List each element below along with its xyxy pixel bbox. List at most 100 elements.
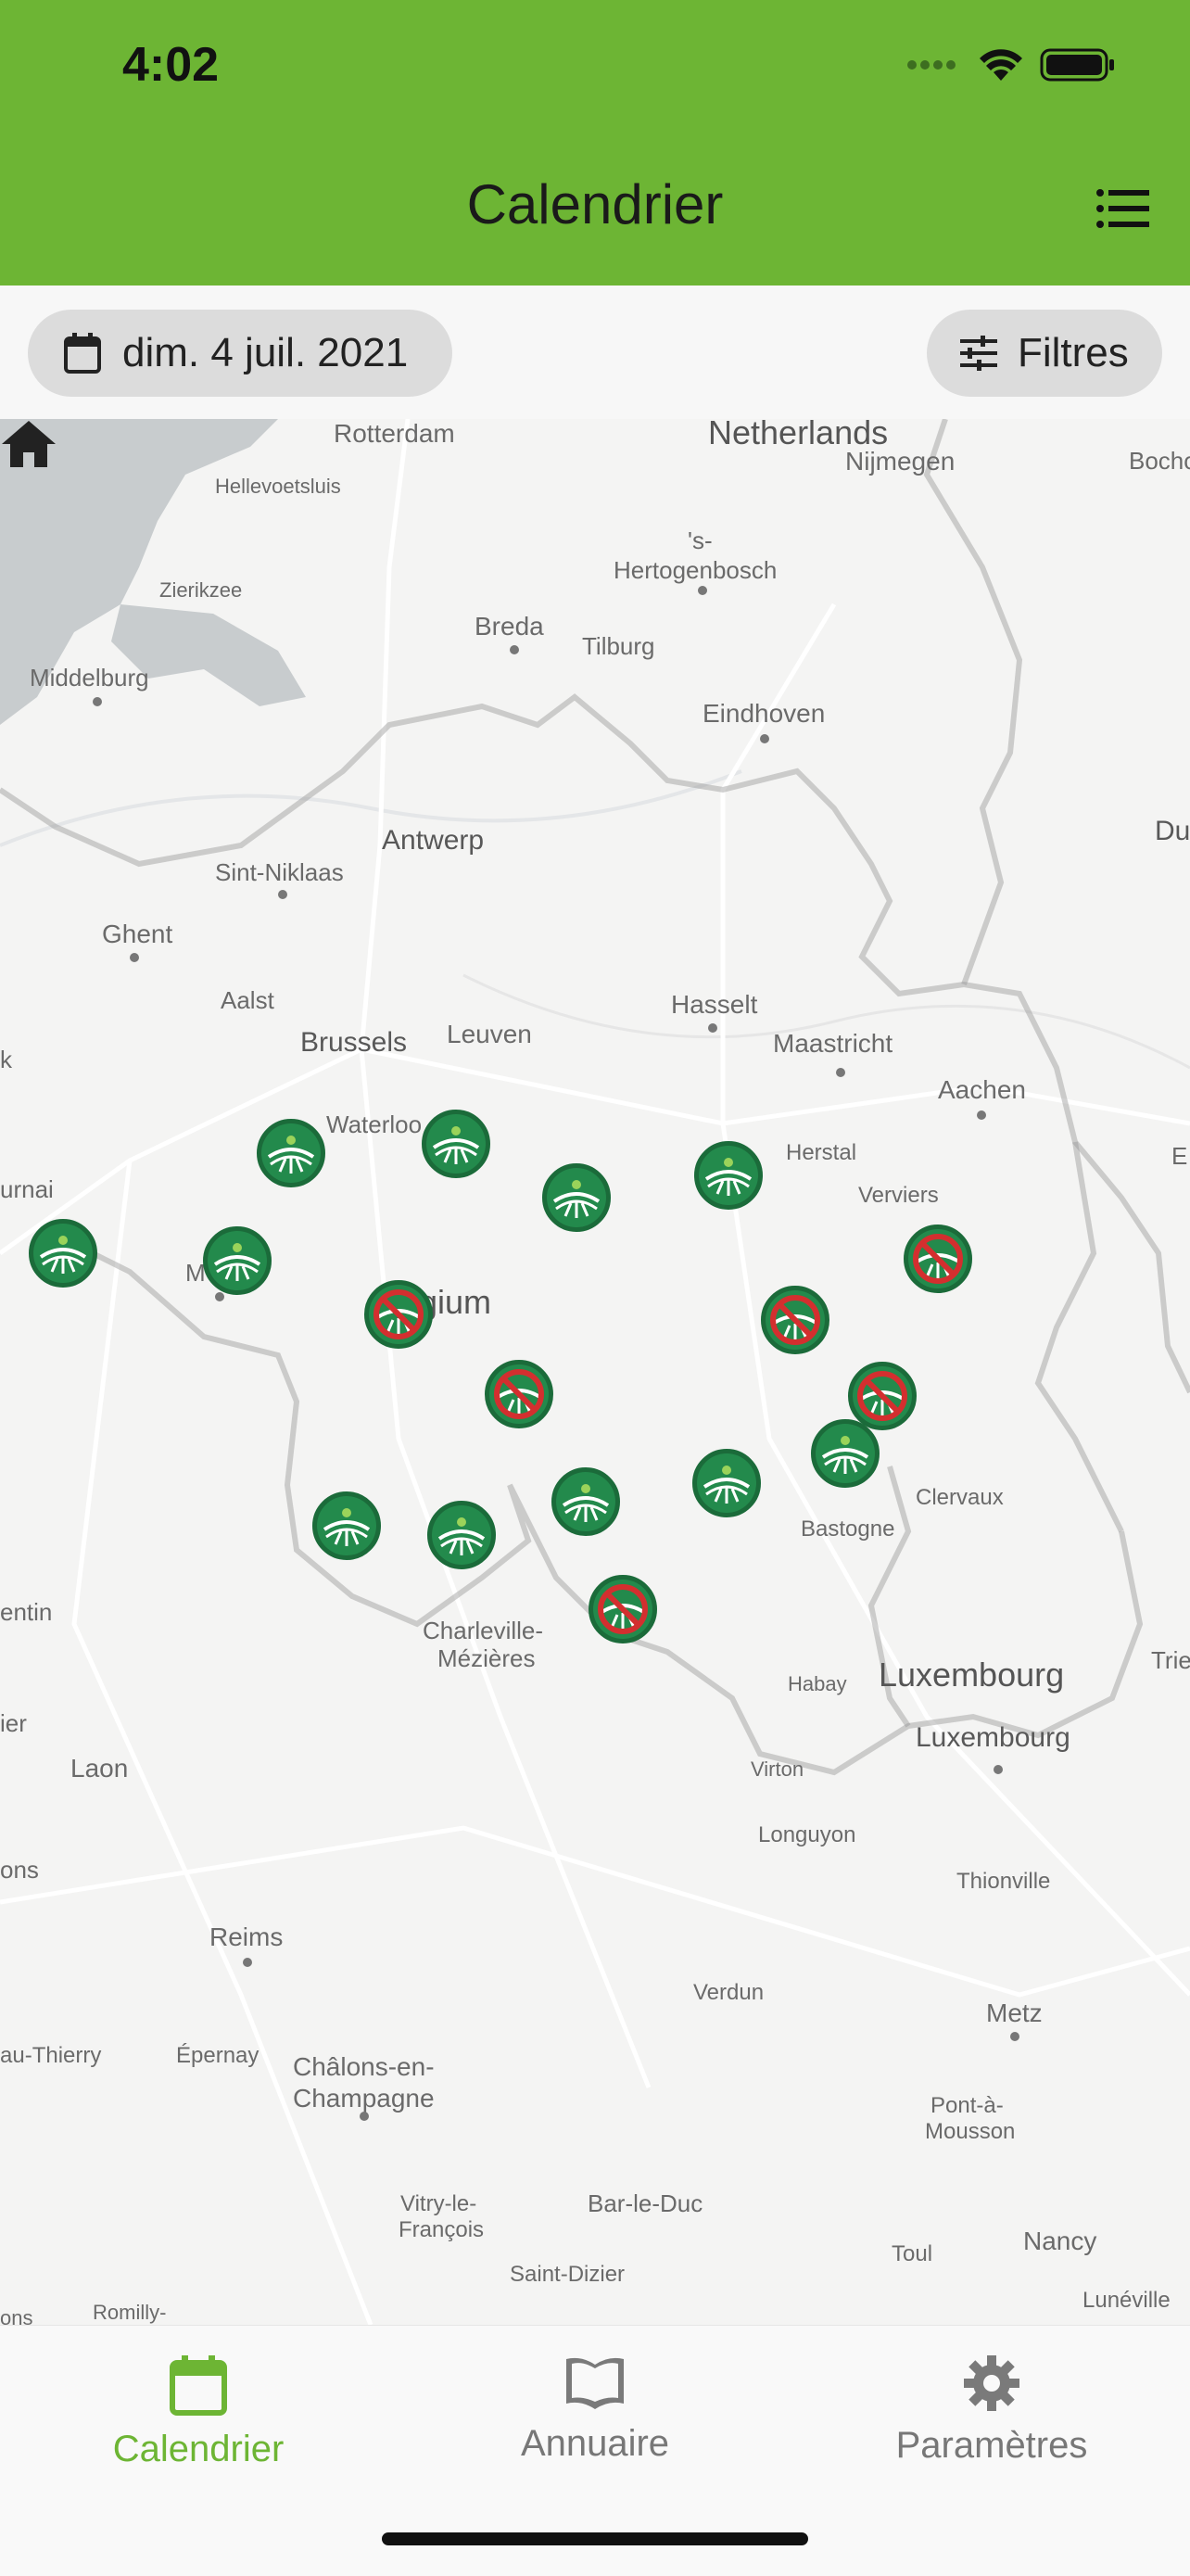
map-label-luneville: Lunéville bbox=[1082, 2288, 1171, 2313]
map-label-thionville: Thionville bbox=[956, 1869, 1051, 1894]
map-label-zierikzee: Zierikzee bbox=[159, 578, 243, 602]
map-label-verviers: Verviers bbox=[858, 1183, 939, 1208]
tab-label: Annuaire bbox=[520, 2423, 670, 2464]
city-dot bbox=[977, 1110, 986, 1120]
filters-button[interactable]: Filtres bbox=[927, 310, 1162, 397]
city-dot bbox=[360, 2112, 369, 2121]
event-marker-cancelled[interactable] bbox=[485, 1360, 553, 1428]
map-label-breda: Breda bbox=[475, 612, 544, 641]
tab-annuaire[interactable]: Annuaire bbox=[397, 2354, 793, 2465]
battery-icon bbox=[1040, 48, 1114, 82]
map-label-chalons: Châlons-en- bbox=[293, 2052, 435, 2081]
city-dot bbox=[760, 734, 769, 743]
event-marker[interactable] bbox=[694, 1141, 763, 1210]
map-label-bocholt: Bocho bbox=[1129, 447, 1190, 475]
filters-label: Filtres bbox=[1018, 330, 1129, 375]
calendar-icon bbox=[64, 333, 101, 374]
map-label-aalst: Aalst bbox=[221, 986, 274, 1014]
event-marker-cancelled[interactable] bbox=[904, 1225, 972, 1293]
map-label-habay: Habay bbox=[788, 1672, 847, 1695]
map-label-francois: François bbox=[399, 2217, 485, 2242]
map-label-trie: Trie bbox=[1151, 1646, 1190, 1674]
page-title: Calendrier bbox=[466, 173, 724, 235]
map-label-s: 's- bbox=[688, 527, 713, 554]
map-label-verdun: Verdun bbox=[693, 1980, 765, 2005]
event-marker-cancelled[interactable] bbox=[364, 1280, 433, 1349]
city-dot bbox=[215, 1292, 224, 1301]
date-picker-button[interactable]: dim. 4 juil. 2021 bbox=[28, 310, 452, 397]
map-label-brussels: Brussels bbox=[300, 1027, 408, 1058]
event-marker-cancelled[interactable] bbox=[848, 1362, 917, 1430]
wifi-icon bbox=[980, 49, 1022, 81]
map-label-charleville: Charleville- bbox=[423, 1617, 544, 1644]
map-label-reims: Reims bbox=[209, 1922, 284, 1951]
map-label-urnai: urnai bbox=[0, 1175, 54, 1203]
event-marker[interactable] bbox=[422, 1110, 490, 1178]
home-indicator bbox=[382, 2532, 808, 2545]
date-label: dim. 4 juil. 2021 bbox=[122, 330, 409, 375]
event-marker-cancelled[interactable] bbox=[589, 1575, 657, 1643]
map-label-mezieres: Mézières bbox=[437, 1644, 536, 1672]
map-label-ons: ons bbox=[0, 1856, 39, 1884]
app-header: 4:02 Calendrier bbox=[0, 0, 1190, 286]
event-marker[interactable] bbox=[29, 1219, 97, 1288]
map-label-longuyon: Longuyon bbox=[758, 1822, 856, 1847]
map-label-au-thierry: au-Thierry bbox=[0, 2043, 102, 2068]
map-label-k: k bbox=[0, 1046, 12, 1073]
home-icon[interactable] bbox=[0, 419, 57, 469]
map-label-nijmegen: Nijmegen bbox=[845, 447, 956, 476]
map-label-virton: Virton bbox=[751, 1758, 804, 1781]
city-dot bbox=[698, 586, 707, 595]
event-marker[interactable] bbox=[551, 1467, 620, 1536]
event-marker[interactable] bbox=[692, 1449, 761, 1517]
map-label-champagne: Champagne bbox=[293, 2084, 435, 2113]
event-marker[interactable] bbox=[257, 1119, 325, 1187]
event-marker-cancelled[interactable] bbox=[761, 1286, 829, 1354]
map-label-bastogne: Bastogne bbox=[801, 1516, 895, 1542]
map-label-bar-le-duc: Bar-le-Duc bbox=[588, 2189, 703, 2217]
list-view-icon[interactable] bbox=[1095, 185, 1151, 232]
map-label-leuven: Leuven bbox=[447, 1020, 532, 1048]
map-label-metz: Metz bbox=[986, 1999, 1043, 2027]
map-label-herstal: Herstal bbox=[786, 1140, 857, 1165]
event-marker[interactable] bbox=[811, 1419, 880, 1488]
event-marker[interactable] bbox=[427, 1501, 496, 1569]
map-label-entin: entin bbox=[0, 1598, 53, 1626]
tab-calendrier[interactable]: Calendrier bbox=[0, 2354, 397, 2470]
event-marker[interactable] bbox=[542, 1163, 611, 1232]
tab-parametres[interactable]: Paramètres bbox=[793, 2354, 1190, 2467]
map-label-middelburg: Middelburg bbox=[30, 664, 149, 692]
event-marker[interactable] bbox=[203, 1226, 272, 1295]
tune-icon bbox=[960, 336, 997, 371]
gear-icon bbox=[964, 2355, 1019, 2411]
city-dot bbox=[994, 1765, 1003, 1774]
city-dot bbox=[93, 697, 102, 706]
city-dot bbox=[1010, 2032, 1019, 2041]
status-icons bbox=[906, 46, 1116, 83]
city-dot bbox=[510, 645, 519, 654]
map-label-hasselt: Hasselt bbox=[671, 990, 758, 1019]
map-label-saint-dizier: Saint-Dizier bbox=[510, 2262, 626, 2287]
tab-label: Calendrier bbox=[112, 2429, 285, 2469]
map-label-luxembourg-country: Luxembourg bbox=[879, 1656, 1065, 1694]
map-label-pont: Pont-à- bbox=[930, 2093, 1004, 2118]
map-label-laon: Laon bbox=[70, 1754, 129, 1783]
status-time: 4:02 bbox=[122, 38, 220, 92]
map-label-antwerp: Antwerp bbox=[382, 825, 485, 856]
map-label-hellevoetsluis: Hellevoetsluis bbox=[215, 475, 341, 498]
map-label-nancy: Nancy bbox=[1023, 2227, 1097, 2255]
map-label-waterloo: Waterloo bbox=[326, 1110, 423, 1138]
map-label-clervaux: Clervaux bbox=[916, 1485, 1004, 1510]
map-label-mousson: Mousson bbox=[925, 2119, 1016, 2144]
map-label-e: E bbox=[1171, 1142, 1188, 1170]
city-dot bbox=[278, 890, 287, 899]
map-label-romilly: Romilly- bbox=[93, 2301, 167, 2324]
city-dot bbox=[836, 1068, 845, 1077]
map-label-luxembourg-city: Luxembourg bbox=[916, 1722, 1070, 1753]
map-view[interactable]: Netherlands Rotterdam Nijmegen Bocho Hel… bbox=[0, 419, 1190, 2325]
city-dot bbox=[243, 1958, 252, 1967]
map-label-aachen: Aachen bbox=[938, 1075, 1026, 1104]
map-label-du: Du bbox=[1155, 816, 1190, 846]
city-dot bbox=[130, 953, 139, 962]
event-marker[interactable] bbox=[312, 1491, 381, 1560]
